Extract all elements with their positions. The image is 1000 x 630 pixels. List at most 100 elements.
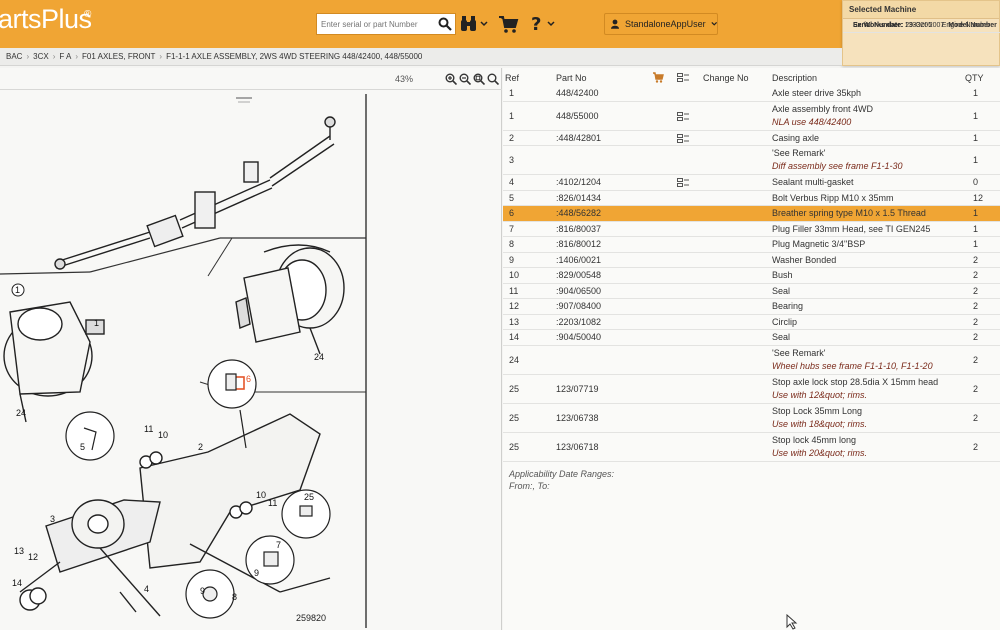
zoom-toolbar: 43% — [0, 68, 502, 90]
callout-label: 24 — [314, 352, 324, 362]
search-input[interactable] — [317, 14, 435, 35]
cart-icon[interactable] — [498, 14, 520, 34]
ref-cell: 14 — [509, 332, 520, 343]
note-column-icon — [677, 73, 689, 82]
table-row[interactable]: 8:816/80012 Plug Magnetic 3/4"BSP 1 — [503, 237, 1000, 253]
table-row[interactable]: 25 123/07719 Stop axle lock stop 28.5dia X… — [503, 375, 1000, 404]
qty-cell: 2 — [973, 383, 979, 394]
app-logo[interactable]: artsPlus — [0, 4, 92, 35]
table-row[interactable]: 9:1406/0021 Washer Bonded 2 — [503, 253, 1000, 268]
qty-cell: 2 — [973, 332, 979, 343]
description-cell: Plug Filler 33mm Head, see TI GEN245 — [772, 223, 931, 234]
qty-cell: 0 — [973, 177, 979, 188]
table-row[interactable]: 6:448/56282 Breather spring type M10 x 1.… — [503, 206, 1000, 222]
ref-cell: 2 — [509, 132, 515, 143]
table-row[interactable]: 13:2203/1082 Circlip 2 — [503, 315, 1000, 330]
col-qty-header[interactable]: QTY — [965, 73, 984, 83]
drawing-number: 259820 — [296, 613, 327, 623]
description-cell: Stop axle lock stop 28.5dia X 15mm head — [772, 376, 939, 387]
qty-cell: 1 — [973, 132, 979, 143]
zoom-fit-icon[interactable] — [473, 73, 485, 85]
callout-label: 1 — [15, 285, 20, 295]
table-row[interactable]: 7:816/80037 Plug Filler 33mm Head, see TI… — [503, 222, 1000, 237]
part-number-cell: :904/06500 — [556, 285, 602, 296]
table-row[interactable]: 4:4102/1204 Sealant multi-gasket 0 — [503, 175, 1000, 191]
callout-label: 9 — [200, 586, 205, 596]
qty-cell: 1 — [973, 239, 979, 250]
table-row[interactable]: 25 123/06738 Stop Lock 35mm Long Use with 1… — [503, 404, 1000, 433]
zoom-out-icon[interactable] — [459, 73, 471, 85]
description-cell: Axle steer drive 35kph — [772, 88, 862, 99]
ref-cell: 3 — [509, 155, 515, 165]
zoom-reset-icon[interactable] — [487, 73, 499, 85]
qty-cell: 1 — [973, 155, 979, 165]
breadcrumb-item[interactable]: F A — [59, 52, 71, 61]
ref-cell: 11 — [509, 285, 519, 296]
callout-label: 7 — [276, 540, 281, 550]
description-cell: Stop Lock 35mm Long — [772, 405, 863, 416]
breadcrumb-separator: › — [159, 52, 163, 61]
part-number-cell: 123/06718 — [556, 441, 599, 452]
breadcrumb-item[interactable]: BAC — [6, 52, 22, 61]
ref-cell: 6 — [509, 208, 515, 219]
breadcrumb-separator: › — [52, 52, 56, 61]
table-row[interactable]: 3 'See Remark' Diff assembly see frame F1-… — [503, 146, 1000, 175]
table-row[interactable]: 2:448/42801 Casing axle 1 — [503, 131, 1000, 146]
zoom-in-icon[interactable] — [445, 73, 457, 85]
breadcrumb-item[interactable]: 3CX — [33, 52, 49, 61]
col-change-header[interactable]: Change No — [703, 73, 749, 83]
description-cell: Seal — [772, 332, 791, 343]
description-cell: Washer Bonded — [772, 254, 837, 265]
col-part-header[interactable]: Part No — [556, 73, 587, 83]
part-number-cell: :829/00548 — [556, 270, 602, 281]
description-cell: Stop lock 45mm long — [772, 434, 857, 445]
mouse-cursor-icon — [786, 614, 798, 630]
breadcrumb-item[interactable]: F01 AXLES, FRONT — [82, 52, 155, 61]
callout-label: 1 — [94, 318, 99, 328]
table-row[interactable]: 12:907/08400 Bearing 2 — [503, 299, 1000, 315]
drawing-panel: 43% 1 24 24 6 5 11 10 2 3 10 11 25 7 9 4… — [0, 68, 502, 630]
user-name: StandaloneAppUser — [625, 19, 706, 29]
table-row[interactable]: 11:904/06500 Seal 2 — [503, 284, 1000, 299]
part-note-icon[interactable] — [677, 133, 689, 143]
machine-works-row: Ex Works date: 29-Oct-2007 Model Number — [843, 19, 1000, 33]
binoculars-icon[interactable] — [460, 14, 490, 34]
ref-cell: 1 — [509, 110, 515, 121]
table-row[interactable]: 5:826/01434 Bolt Verbus Ripp M10 x 35mm 12 — [503, 191, 1000, 206]
col-ref-header[interactable]: Ref — [505, 73, 519, 83]
search-icon[interactable] — [438, 17, 452, 31]
callout-label: 10 — [158, 430, 168, 440]
ref-cell: 7 — [509, 223, 515, 234]
table-row[interactable]: 1 448/42400 Axle steer drive 35kph 1 — [503, 86, 1000, 102]
table-row[interactable]: 25 123/06718 Stop lock 45mm long Use with 2… — [503, 433, 1000, 462]
help-icon[interactable]: ? — [530, 14, 560, 34]
zoom-level: 43% — [395, 74, 414, 84]
callout-label: 13 — [14, 546, 24, 556]
callout-label: 14 — [12, 578, 22, 588]
selected-machine-panel: Selected Machine Serial Number: 1333205 … — [842, 0, 1000, 66]
ref-cell: 13 — [509, 316, 520, 327]
col-desc-header[interactable]: Description — [772, 73, 817, 83]
exploded-parts-diagram[interactable]: 1 24 24 6 5 11 10 2 3 10 11 25 7 9 4 9 8… — [0, 92, 500, 628]
qty-cell: 12 — [973, 192, 984, 203]
parts-table-panel: Ref Part No Change No Description QTY 14… — [503, 68, 1000, 630]
part-note-icon[interactable] — [677, 178, 689, 188]
table-row[interactable]: 10:829/00548 Bush 2 — [503, 268, 1000, 284]
table-row[interactable]: 24 'See Remark' Wheel hubs see frame F1-1-… — [503, 346, 1000, 375]
user-menu[interactable]: StandaloneAppUser — [604, 13, 718, 35]
callout-label: 12 — [28, 552, 38, 562]
description-cell: 'See Remark' — [772, 347, 826, 358]
description-remark-cell: Use with 20&quot; rims. — [772, 447, 868, 458]
svg-text:?: ? — [531, 14, 541, 34]
qty-cell: 2 — [973, 254, 979, 265]
qty-cell: 2 — [973, 316, 979, 327]
qty-cell: 2 — [973, 354, 979, 365]
part-note-icon[interactable] — [677, 111, 689, 121]
description-cell: Circlip — [772, 316, 798, 327]
table-row[interactable]: 1 448/55000 Axle assembly front 4WD NLA use… — [503, 102, 1000, 131]
description-cell: Bearing — [772, 301, 804, 312]
table-row[interactable]: 14:904/50040 Seal 2 — [503, 330, 1000, 346]
search-box — [316, 13, 456, 35]
callout-label: 6 — [246, 374, 251, 384]
part-number-cell: :448/42801 — [556, 132, 602, 143]
